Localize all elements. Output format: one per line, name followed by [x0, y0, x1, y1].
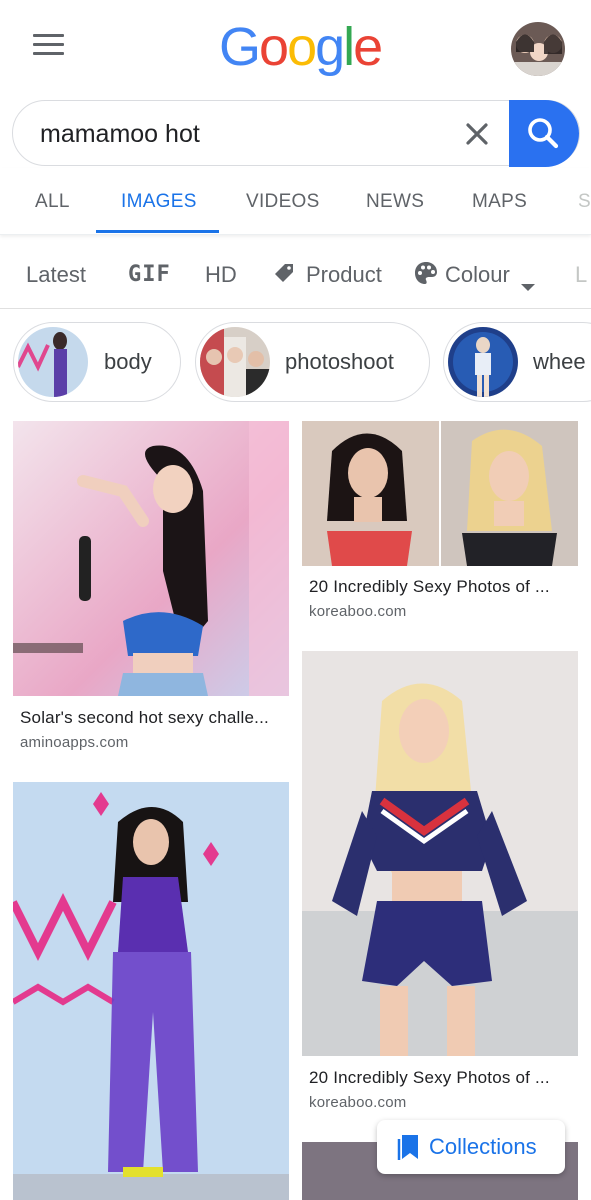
result-image [302, 421, 578, 566]
filter-colour[interactable]: Colour [445, 262, 510, 288]
collections-label: Collections [429, 1134, 537, 1159]
tab-maps[interactable]: MAPS [472, 191, 527, 213]
chip-thumbnail [200, 327, 270, 397]
chip-label: body [104, 349, 152, 374]
result-title: 20 Incredibly Sexy Photos of ... [309, 1068, 550, 1087]
logo-letter: o [259, 17, 289, 77]
filter-hd[interactable]: HD [205, 262, 237, 288]
close-icon [466, 123, 488, 145]
chip-body[interactable]: body [13, 322, 181, 402]
filter-product[interactable]: Product [306, 262, 382, 288]
result-image [13, 782, 289, 1200]
header: Google [0, 0, 591, 95]
account-avatar[interactable] [511, 22, 565, 76]
search-input[interactable] [40, 115, 440, 153]
search-icon [528, 118, 559, 149]
search-button[interactable] [509, 100, 579, 167]
search-box [12, 100, 580, 166]
search-tabs: ALL IMAGES VIDEOS NEWS MAPS S [0, 168, 591, 235]
chip-thumbnail [448, 327, 518, 397]
bookmark-icon [397, 1135, 418, 1160]
palette-icon [413, 260, 439, 286]
menu-icon[interactable] [33, 32, 65, 58]
tab-videos[interactable]: VIDEOS [246, 191, 320, 213]
result-title: Solar's second hot sexy challe... [20, 708, 269, 727]
filter-gif[interactable]: GIF [128, 262, 171, 287]
chip-label: whee [533, 349, 586, 374]
chip-whee[interactable]: whee [443, 322, 591, 402]
logo-letter: o [287, 17, 317, 77]
filter-latest[interactable]: Latest [26, 262, 86, 288]
filter-bar: Latest GIF HD Product Colour L [0, 238, 591, 309]
filter-more[interactable]: L [575, 262, 587, 288]
chip-photoshoot[interactable]: photoshoot [195, 322, 430, 402]
image-result[interactable]: Solar's second hot sexy challe... aminoa… [13, 421, 289, 761]
tab-images[interactable]: IMAGES [121, 191, 197, 213]
logo-letter: e [353, 17, 383, 77]
tag-icon [273, 260, 295, 286]
result-image [302, 651, 578, 1056]
result-source: koreaboo.com [309, 1094, 407, 1111]
google-logo[interactable]: Google [219, 16, 383, 78]
collections-button[interactable]: Collections [377, 1120, 565, 1174]
result-source: aminoapps.com [20, 734, 129, 751]
active-tab-indicator [96, 230, 219, 233]
tab-all[interactable]: ALL [35, 191, 70, 213]
logo-letter: l [343, 17, 355, 77]
image-result[interactable] [13, 782, 289, 1200]
related-chips: body photoshoot whee [0, 322, 591, 404]
clear-search-button[interactable] [462, 119, 492, 149]
chip-thumbnail [18, 327, 88, 397]
logo-letter: g [315, 17, 345, 77]
chip-label: photoshoot [285, 349, 394, 374]
image-result[interactable]: 20 Incredibly Sexy Photos of ... koreabo… [302, 651, 578, 1121]
result-title: 20 Incredibly Sexy Photos of ... [309, 577, 550, 596]
tab-shopping[interactable]: S [578, 191, 591, 213]
chevron-down-icon [521, 272, 535, 291]
logo-letter: G [219, 17, 261, 77]
tab-news[interactable]: NEWS [366, 191, 424, 213]
image-result[interactable]: 20 Incredibly Sexy Photos of ... koreabo… [302, 421, 578, 631]
result-image [13, 421, 289, 696]
result-source: koreaboo.com [309, 603, 407, 620]
